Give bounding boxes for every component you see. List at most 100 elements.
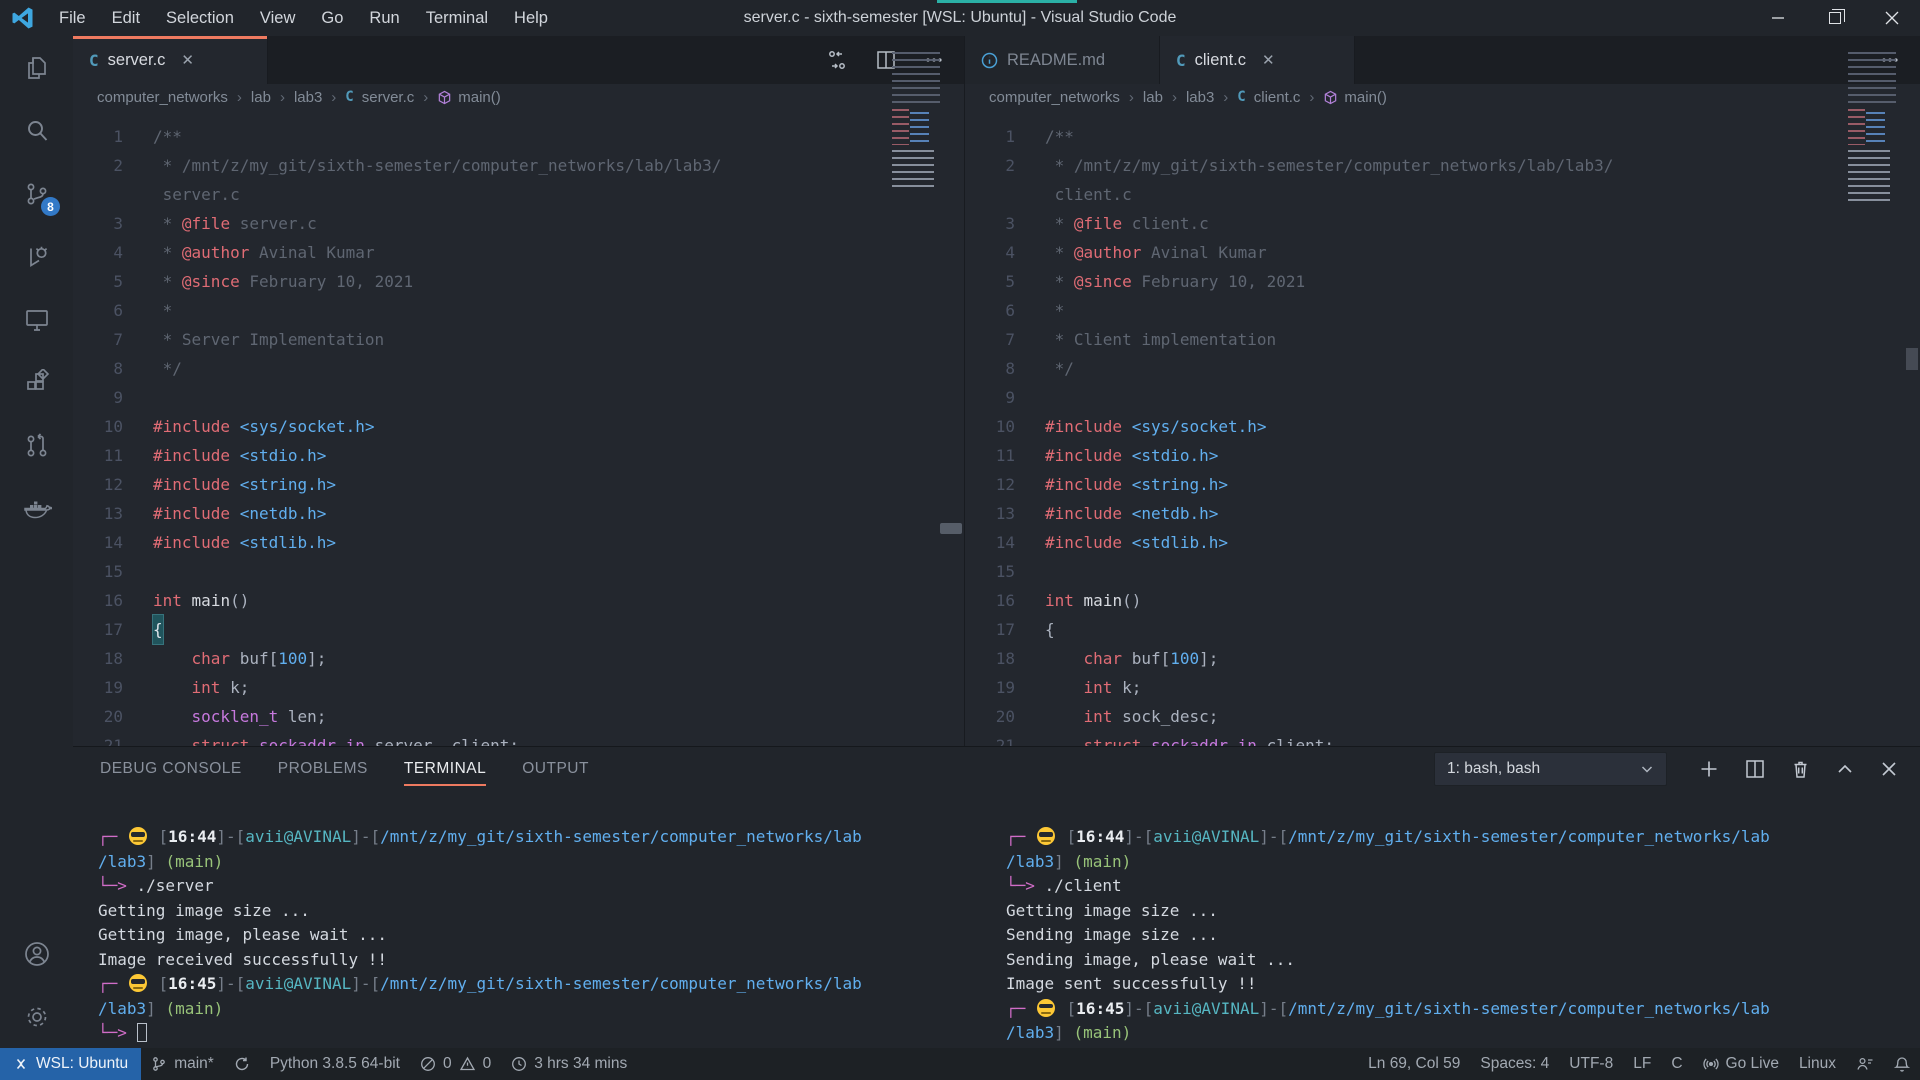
code-line[interactable]: 1/** — [965, 122, 1920, 151]
code-line[interactable]: client.c — [965, 180, 1920, 209]
code-editor-client[interactable]: 1/**2 * /mnt/z/my_git/sixth-semester/com… — [965, 110, 1920, 746]
breadcrumb-folder[interactable]: lab3 — [294, 89, 322, 106]
tab-readme-md[interactable]: README.md — [965, 36, 1160, 84]
terminal-client[interactable]: ┌─ [16:44]-[avii@AVINAL]-[/mnt/z/my_git/… — [964, 791, 1920, 1048]
remote-indicator[interactable]: WSL: Ubuntu — [0, 1048, 141, 1080]
code-line[interactable]: 4 * @author Avinal Kumar — [965, 238, 1920, 267]
open-changes-icon[interactable] — [826, 49, 848, 71]
code-line[interactable]: 13#include <netdb.h> — [965, 499, 1920, 528]
breadcrumb-folder[interactable]: lab — [1143, 89, 1163, 106]
menu-selection[interactable]: Selection — [153, 0, 247, 36]
maximize-panel-icon[interactable] — [1836, 760, 1854, 778]
code-line[interactable]: 16int main() — [965, 586, 1920, 615]
cursor-position-item[interactable]: Ln 69, Col 59 — [1358, 1048, 1470, 1080]
terminal-line[interactable]: /lab3] (main) — [1006, 1021, 1920, 1046]
code-line[interactable]: 17{ — [965, 615, 1920, 644]
eol-item[interactable]: LF — [1623, 1048, 1661, 1080]
terminal-dropdown[interactable]: 1: bash, bash — [1434, 752, 1667, 786]
tab-server-c[interactable]: C server.c ✕ — [73, 36, 268, 84]
terminal-line[interactable]: ┌─ [16:45]-[avii@AVINAL]-[/mnt/z/my_git/… — [98, 972, 964, 997]
code-line[interactable]: 16int main() — [73, 586, 964, 615]
code-line[interactable]: 14#include <stdlib.h> — [965, 528, 1920, 557]
code-line[interactable]: 2 * /mnt/z/my_git/sixth-semester/compute… — [965, 151, 1920, 180]
code-line[interactable]: 10#include <sys/socket.h> — [73, 412, 964, 441]
explorer-icon[interactable] — [0, 36, 73, 99]
code-line[interactable]: 21 struct sockaddr_in client; — [965, 731, 1920, 746]
breadcrumb-file[interactable]: Cclient.c — [1237, 89, 1300, 106]
code-editor-server[interactable]: 1/**2 * /mnt/z/my_git/sixth-semester/com… — [73, 110, 964, 746]
menu-edit[interactable]: Edit — [99, 0, 153, 36]
restore-button[interactable] — [1806, 0, 1863, 36]
code-line[interactable]: 6 * — [73, 296, 964, 325]
code-line[interactable]: 20 int sock_desc; — [965, 702, 1920, 731]
menu-help[interactable]: Help — [501, 0, 561, 36]
terminal-line[interactable]: /lab3] (main) — [98, 850, 964, 875]
terminal-line[interactable]: └─> ./client — [1006, 874, 1920, 899]
breadcrumb-folder[interactable]: computer_networks — [989, 89, 1120, 106]
encoding-item[interactable]: UTF-8 — [1559, 1048, 1623, 1080]
code-line[interactable]: 4 * @author Avinal Kumar — [73, 238, 964, 267]
remote-explorer-icon[interactable] — [0, 288, 73, 351]
code-line[interactable]: 11#include <stdio.h> — [965, 441, 1920, 470]
code-line[interactable]: 1/** — [73, 122, 964, 151]
source-control-icon[interactable]: 8 — [0, 162, 73, 225]
search-icon[interactable] — [0, 99, 73, 162]
breadcrumb-symbol[interactable]: main() — [437, 89, 501, 106]
os-item[interactable]: Linux — [1789, 1048, 1846, 1080]
panel-tab-output[interactable]: OUTPUT — [522, 747, 589, 791]
terminal-line[interactable]: Getting image size ... — [1006, 899, 1920, 924]
code-line[interactable]: 10#include <sys/socket.h> — [965, 412, 1920, 441]
breadcrumb-symbol[interactable]: main() — [1323, 89, 1387, 106]
terminal-line[interactable]: ┌─ [16:44]-[avii@AVINAL]-[/mnt/z/my_git/… — [98, 825, 964, 850]
terminal-line[interactable]: Getting image size ... — [98, 899, 964, 924]
python-interpreter-item[interactable]: Python 3.8.5 64-bit — [260, 1048, 410, 1080]
code-line[interactable]: 18 char buf[100]; — [965, 644, 1920, 673]
menu-run[interactable]: Run — [356, 0, 412, 36]
git-branch-item[interactable]: main* — [141, 1048, 224, 1080]
menu-terminal[interactable]: Terminal — [413, 0, 501, 36]
terminal-line[interactable]: Image received successfully !! — [98, 948, 964, 973]
breadcrumb-folder[interactable]: lab — [251, 89, 271, 106]
tab-client-c[interactable]: C client.c ✕ — [1160, 36, 1355, 84]
time-tracker-item[interactable]: 3 hrs 34 mins — [501, 1048, 637, 1080]
terminal-line[interactable]: Sending image, please wait ... — [1006, 948, 1920, 973]
terminal-line[interactable]: ┌─ [16:44]-[avii@AVINAL]-[/mnt/z/my_git/… — [1006, 825, 1920, 850]
settings-gear-icon[interactable] — [0, 985, 73, 1048]
terminal-server[interactable]: ┌─ [16:44]-[avii@AVINAL]-[/mnt/z/my_git/… — [73, 791, 964, 1048]
panel-tab-debug-console[interactable]: DEBUG CONSOLE — [100, 747, 242, 791]
code-line[interactable]: 21 struct sockaddr_in server, client; — [73, 731, 964, 746]
language-mode-item[interactable]: C — [1661, 1048, 1692, 1080]
close-panel-icon[interactable] — [1880, 760, 1898, 778]
panel-tab-terminal[interactable]: TERMINAL — [404, 747, 486, 791]
kill-terminal-icon[interactable] — [1791, 759, 1810, 779]
new-terminal-icon[interactable] — [1699, 759, 1719, 779]
code-line[interactable]: 12#include <string.h> — [965, 470, 1920, 499]
scrollbar-thumb[interactable] — [1906, 348, 1918, 370]
tab-close-icon[interactable]: ✕ — [1262, 51, 1275, 69]
code-line[interactable]: 12#include <string.h> — [73, 470, 964, 499]
code-line[interactable]: 8 */ — [965, 354, 1920, 383]
menu-file[interactable]: File — [46, 0, 99, 36]
menu-view[interactable]: View — [247, 0, 308, 36]
close-button[interactable] — [1863, 0, 1920, 36]
code-line[interactable]: 7 * Server Implementation — [73, 325, 964, 354]
notifications-item[interactable] — [1884, 1048, 1920, 1080]
breadcrumb-folder[interactable]: lab3 — [1186, 89, 1214, 106]
minimize-button[interactable] — [1749, 0, 1806, 36]
code-line[interactable]: 11#include <stdio.h> — [73, 441, 964, 470]
terminal-line[interactable]: ┌─ [16:45]-[avii@AVINAL]-[/mnt/z/my_git/… — [1006, 997, 1920, 1022]
code-line[interactable]: 17{ — [73, 615, 964, 644]
code-line[interactable]: 2 * /mnt/z/my_git/sixth-semester/compute… — [73, 151, 964, 180]
code-line[interactable]: 15 — [73, 557, 964, 586]
feedback-item[interactable] — [1846, 1048, 1884, 1080]
code-line[interactable]: 5 * @since February 10, 2021 — [965, 267, 1920, 296]
code-line[interactable]: 7 * Client implementation — [965, 325, 1920, 354]
code-line[interactable]: 3 * @file client.c — [965, 209, 1920, 238]
code-line[interactable]: 6 * — [965, 296, 1920, 325]
code-line[interactable]: 9 — [73, 383, 964, 412]
problems-item[interactable]: 0 0 — [410, 1048, 501, 1080]
indentation-item[interactable]: Spaces: 4 — [1470, 1048, 1559, 1080]
code-line[interactable]: 19 int k; — [73, 673, 964, 702]
terminal-line[interactable]: Getting image, please wait ... — [98, 923, 964, 948]
panel-tab-problems[interactable]: PROBLEMS — [278, 747, 368, 791]
